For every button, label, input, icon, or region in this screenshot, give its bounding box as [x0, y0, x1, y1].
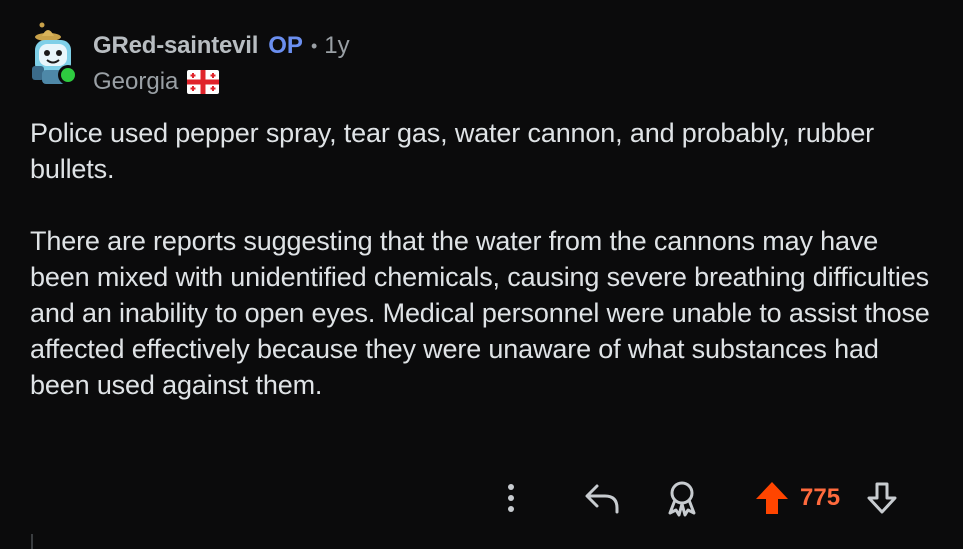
georgia-flag-icon [187, 70, 220, 94]
reply-icon [585, 484, 619, 514]
flair-text: Georgia [93, 68, 179, 95]
downvote-button[interactable] [862, 476, 902, 520]
op-badge: OP [268, 32, 303, 59]
comment-paragraph: There are reports suggesting that the wa… [30, 226, 930, 400]
award-icon [668, 481, 696, 517]
reply-button[interactable] [580, 476, 624, 520]
comment: GRed-saintevil OP • 1y Georgia Police us… [0, 0, 963, 549]
comment-actions: 775 [0, 476, 963, 520]
user-flair: Georgia [93, 66, 220, 98]
author-name[interactable]: GRed-saintevil [93, 32, 258, 60]
comment-paragraph: Police used pepper spray, tear gas, wate… [30, 118, 875, 184]
upvote-button[interactable] [752, 476, 792, 520]
thread-line [31, 534, 33, 549]
comment-body: Police used pepper spray, tear gas, wate… [30, 115, 940, 403]
vote-score: 775 [800, 484, 841, 511]
comment-age: 1y [324, 32, 350, 59]
online-status-icon [58, 65, 78, 85]
award-button[interactable] [660, 476, 704, 520]
downvote-icon [867, 482, 897, 514]
upvote-icon [756, 482, 788, 514]
separator-dot: • [310, 35, 318, 56]
more-vertical-icon [508, 484, 514, 512]
more-options-button[interactable] [496, 476, 526, 520]
comment-header: GRed-saintevil OP • 1y [93, 30, 350, 62]
